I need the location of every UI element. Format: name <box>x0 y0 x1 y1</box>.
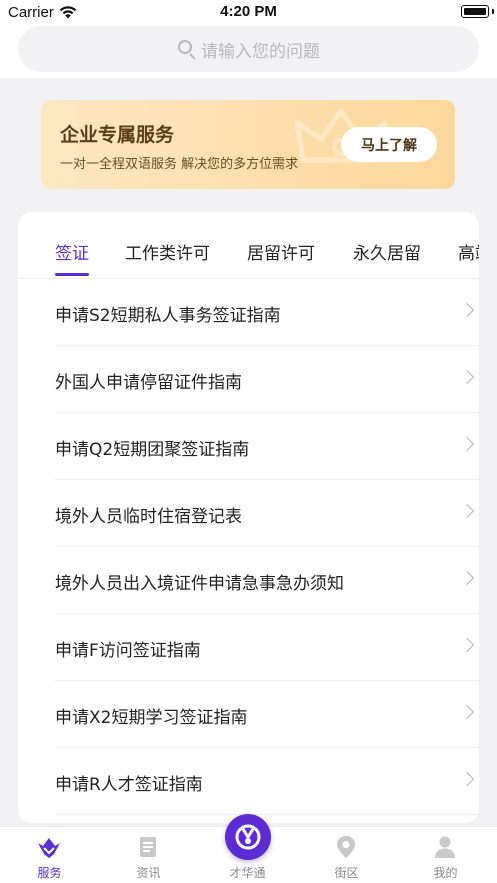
clock: 4:20 PM <box>220 3 277 20</box>
learn-more-button[interactable]: 马上了解 <box>341 127 437 162</box>
search-icon <box>177 39 197 60</box>
chevron-right-icon <box>459 503 475 519</box>
tab-work-permit[interactable]: 工作类许可 <box>125 239 210 264</box>
nav-label: 资讯 <box>136 866 161 880</box>
guide-card: 签证 工作类许可 居留许可 永久居留 高端 申请S2短期私人事务签证指南 外国人… <box>18 212 479 823</box>
tab-residence-permit[interactable]: 居留许可 <box>247 239 315 264</box>
list-item-label: 申请S2短期私人事务签证指南 <box>55 306 281 326</box>
location-pin-icon <box>333 834 359 860</box>
nav-neighborhood[interactable]: 街区 <box>297 827 396 883</box>
tab-permanent-residence[interactable]: 永久居留 <box>353 239 421 264</box>
list-item[interactable]: 申请R人才签证指南 <box>18 748 479 815</box>
status-bar: Carrier 4:20 PM <box>0 0 497 26</box>
nav-label: 服务 <box>37 866 62 880</box>
list-item[interactable]: 申请Q2短期团聚签证指南 <box>18 413 479 480</box>
nav-news[interactable]: 资讯 <box>99 827 198 883</box>
list-item-label: 境外人员出入境证件申请急事急办须知 <box>55 574 344 594</box>
guide-list: 申请S2短期私人事务签证指南 外国人申请停留证件指南 申请Q2短期团聚签证指南 … <box>18 279 479 815</box>
nav-profile[interactable]: 我的 <box>396 827 495 883</box>
nav-service[interactable]: 服务 <box>0 827 99 883</box>
chevron-right-icon <box>459 704 475 720</box>
list-item-label: 申请R人才签证指南 <box>55 775 203 795</box>
list-item[interactable]: 申请F访问签证指南 <box>18 614 479 681</box>
service-icon <box>36 834 62 860</box>
battery-icon <box>461 5 489 18</box>
search-header: 请输入您的问题 <box>0 26 497 78</box>
list-item[interactable]: 申请X2短期学习签证指南 <box>18 681 479 748</box>
banner-title: 企业专属服务 <box>60 124 175 146</box>
list-item[interactable]: 境外人员临时住宿登记表 <box>18 480 479 547</box>
chevron-right-icon <box>459 302 475 318</box>
battery-tip <box>492 9 494 14</box>
list-item[interactable]: 境外人员出入境证件申请急事急办须知 <box>18 547 479 614</box>
nav-talent[interactable]: 才华通 <box>198 814 297 883</box>
chevron-right-icon <box>459 369 475 385</box>
nav-label: 街区 <box>334 866 359 880</box>
chevron-right-icon <box>459 436 475 452</box>
nav-label: 才华通 <box>229 866 266 880</box>
talent-icon <box>225 814 271 860</box>
chevron-right-icon <box>459 570 475 586</box>
category-tabs: 签证 工作类许可 居留许可 永久居留 高端 <box>18 212 479 278</box>
enterprise-service-banner[interactable]: 企业专属服务 一对一全程双语服务 解决您的多方位需求 马上了解 <box>41 100 455 189</box>
bottom-tab-bar: 服务 资讯 才华通 街区 我的 <box>0 814 497 883</box>
chevron-right-icon <box>459 637 475 653</box>
list-item-label: 境外人员临时住宿登记表 <box>55 507 242 527</box>
tab-visa[interactable]: 签证 <box>55 239 89 264</box>
profile-icon <box>432 834 458 860</box>
banner-subtitle: 一对一全程双语服务 解决您的多方位需求 <box>60 157 299 172</box>
list-item-label: 申请X2短期学习签证指南 <box>55 708 248 728</box>
tab-high-end[interactable]: 高端 <box>458 239 479 264</box>
list-item-label: 申请F访问签证指南 <box>55 641 201 661</box>
list-item-label: 申请Q2短期团聚签证指南 <box>55 440 250 460</box>
search-input[interactable]: 请输入您的问题 <box>18 26 479 72</box>
active-tab-indicator <box>55 273 89 276</box>
list-item[interactable]: 外国人申请停留证件指南 <box>18 346 479 413</box>
chevron-right-icon <box>459 771 475 787</box>
nav-label: 我的 <box>433 866 458 880</box>
list-item[interactable]: 申请S2短期私人事务签证指南 <box>18 279 479 346</box>
news-icon <box>135 834 161 860</box>
search-placeholder: 请输入您的问题 <box>201 41 320 62</box>
list-item-label: 外国人申请停留证件指南 <box>55 373 242 393</box>
